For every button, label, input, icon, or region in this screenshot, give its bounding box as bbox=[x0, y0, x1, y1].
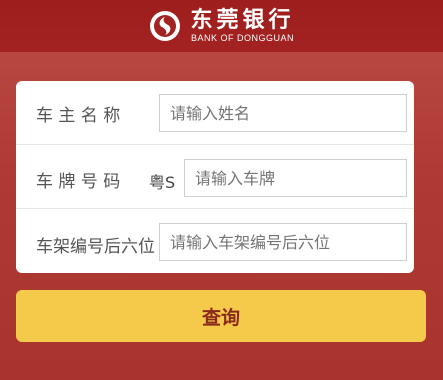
bank-logo-icon bbox=[150, 11, 181, 41]
query-form: 车 主 名 称 车 牌 号 码 粤S 车架编号后六位 bbox=[16, 81, 414, 273]
plate-prefix: 粤S bbox=[149, 173, 176, 192]
query-button[interactable]: 查询 bbox=[16, 290, 426, 342]
plate-row: 车 牌 号 码 粤S bbox=[16, 144, 414, 207]
owner-label: 车 主 名 称 bbox=[36, 106, 121, 126]
brand-name-cn: 东莞银行 bbox=[190, 7, 295, 33]
brand-name-en: BANK OF DONGGUAN bbox=[190, 33, 294, 43]
vin-last-six-input[interactable] bbox=[159, 223, 407, 261]
plate-number-input[interactable] bbox=[184, 159, 407, 197]
owner-name-input[interactable] bbox=[159, 94, 407, 132]
plate-label: 车 牌 号 码 bbox=[36, 172, 121, 192]
vin-row: 车架编号后六位 bbox=[16, 208, 414, 271]
owner-row: 车 主 名 称 bbox=[16, 81, 414, 144]
brand-name: 东莞银行 BANK OF DONGGUAN bbox=[190, 8, 294, 44]
app-header: 东莞银行 BANK OF DONGGUAN bbox=[0, 0, 443, 52]
bank-logo: 东莞银行 BANK OF DONGGUAN bbox=[148, 8, 294, 44]
vin-label: 车架编号后六位 bbox=[36, 237, 155, 257]
